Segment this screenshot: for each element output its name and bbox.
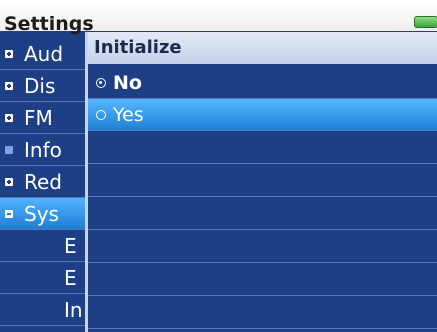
empty-row	[88, 263, 437, 296]
submenu-item-label: In	[64, 298, 83, 322]
radio-unchecked-icon	[96, 110, 106, 120]
page-title: Settings	[4, 13, 94, 35]
menu-item-label: Dis	[24, 74, 56, 98]
menu-item-label: Info	[24, 138, 62, 162]
collapse-icon	[5, 210, 13, 218]
expand-icon	[5, 82, 13, 90]
submenu-item-label: E	[64, 234, 77, 258]
popup-header: Initialize	[88, 32, 437, 64]
device-screen: Settings Aud Dis FM Info Red Sys E E In …	[0, 0, 437, 332]
header-bar: Settings	[0, 0, 437, 35]
menu-item-label: FM	[24, 106, 53, 130]
empty-row	[88, 164, 437, 197]
menu-item-label: Aud	[24, 42, 64, 66]
menu-item-label: Sys	[24, 202, 59, 226]
submenu-item-label: E	[64, 266, 77, 290]
battery-icon	[414, 16, 437, 28]
expand-icon	[5, 178, 13, 186]
initialize-popup: Initialize No Yes	[85, 32, 437, 332]
menu-item-label: Red	[24, 170, 62, 194]
radio-checked-icon	[96, 78, 106, 88]
expand-icon	[5, 50, 13, 58]
popup-title: Initialize	[94, 37, 182, 58]
expand-icon	[5, 114, 13, 122]
empty-row	[88, 197, 437, 230]
option-label: No	[113, 72, 142, 94]
empty-row	[88, 131, 437, 164]
option-label: Yes	[113, 104, 144, 126]
empty-row	[88, 230, 437, 263]
option-no[interactable]: No	[88, 67, 437, 99]
empty-row	[88, 296, 437, 329]
info-icon	[5, 146, 13, 154]
option-yes[interactable]: Yes	[88, 99, 437, 131]
